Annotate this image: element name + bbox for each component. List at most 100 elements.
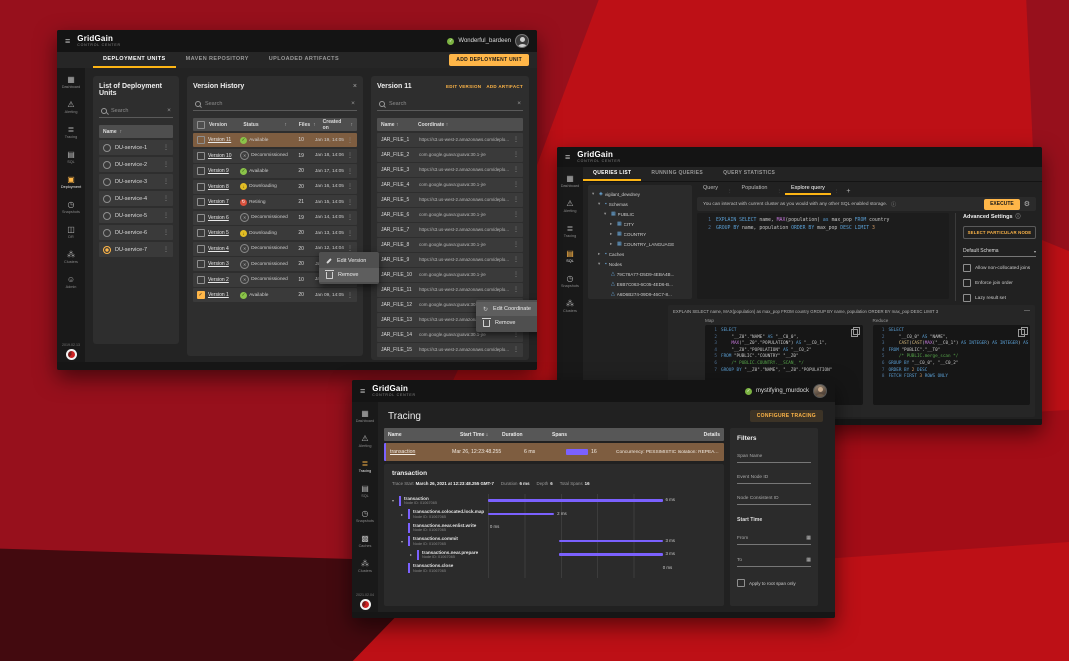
deployment-unit-row[interactable]: DU-service-7 ⋮ (99, 242, 173, 257)
deployment-unit-row[interactable]: DU-service-3 ⋮ (99, 174, 173, 189)
radio-button[interactable] (103, 160, 111, 169)
expand-arrow[interactable]: ▾ (604, 211, 609, 217)
filter-input[interactable]: Node Consistent ID (737, 496, 811, 505)
expand-arrow[interactable]: ▾ (598, 261, 603, 267)
sidebar-item-tracing[interactable]: ≣ Tracing (352, 454, 378, 479)
from-date-input[interactable]: From ▦ (737, 535, 811, 545)
deployment-unit-row[interactable]: DU-service-4 ⋮ (99, 191, 173, 206)
tree-item[interactable]: ▾ ▦ PUBLIC (591, 209, 689, 219)
clear-icon[interactable]: × (351, 100, 355, 107)
sidebar-item-alerting[interactable]: ⚠ Alerting (57, 95, 85, 120)
row-checkbox[interactable] (196, 167, 205, 175)
advanced-option[interactable]: Lazy result set (963, 294, 1036, 302)
row-checkbox[interactable] (196, 275, 205, 284)
search-input[interactable]: Search × (376, 97, 523, 111)
kebab-menu-icon[interactable]: ⋮ (163, 246, 169, 253)
advanced-option[interactable]: Enforce join order (963, 279, 1036, 287)
user-photo-avatar[interactable] (813, 384, 827, 398)
expand-arrow[interactable]: ▾ (592, 191, 597, 197)
tree-item[interactable]: △ 79C78A77-D5D9-4EBA4B... (591, 269, 689, 279)
table-header[interactable]: Name ↑ (99, 125, 173, 138)
add-deployment-unit-button[interactable]: ADD DEPLOYMENT UNIT (449, 54, 529, 66)
expand-arrow[interactable]: ▸ (610, 241, 615, 247)
sidebar-item-dashboard[interactable]: ▦ Dashboard (352, 404, 378, 429)
span-row[interactable]: transactions.near.enlist.write Node ID: … (392, 521, 716, 535)
kebab-menu-icon[interactable]: ⋮ (347, 168, 353, 175)
kebab-menu-icon[interactable]: ⋮ (347, 199, 353, 206)
column-header[interactable]: Name (384, 432, 456, 438)
kebab-menu-icon[interactable]: ⋮ (513, 226, 519, 233)
span-bar[interactable] (558, 539, 663, 542)
copy-icon[interactable] (850, 327, 860, 337)
option-checkbox[interactable] (963, 264, 971, 272)
kebab-menu-icon[interactable]: ⋮ (513, 136, 519, 143)
filter-input[interactable]: Event Node ID (737, 475, 811, 484)
filter-checkbox[interactable] (737, 579, 745, 587)
new-tab-button[interactable]: + (842, 188, 854, 195)
artifact-row[interactable]: JAR_FILE_15 https://s3.us-west-2.amazona… (376, 343, 523, 357)
kebab-menu-icon[interactable]: ⋮ (347, 245, 353, 252)
query-tab[interactable]: Query (697, 185, 724, 195)
tree-item[interactable]: ▾ ▪ Nodes (591, 259, 689, 269)
tree-item[interactable]: ▾ ▪ Schemas (591, 199, 689, 209)
table-header[interactable]: Name ↑ Coordinate ↑ (376, 118, 523, 131)
tab-kebab-icon[interactable]: ⋮ (727, 189, 733, 195)
top-tab[interactable]: DEPLOYMENT UNITS (93, 52, 176, 68)
expand-arrow[interactable]: ▸ (610, 221, 615, 227)
version-row[interactable]: Version 7 Retiring 21 Jan 15, 14:05 ⋮ (192, 195, 357, 209)
radio-button[interactable] (103, 245, 111, 254)
kebab-menu-icon[interactable]: ⋮ (513, 241, 519, 248)
kebab-menu-icon[interactable]: ⋮ (347, 137, 353, 144)
sidebar-item-admin[interactable]: ☺ Admin (57, 270, 85, 295)
tab-kebab-icon[interactable]: ⋮ (776, 189, 782, 195)
sidebar-item-snapshots[interactable]: ◷ Snapshots (557, 269, 583, 294)
expand-arrow[interactable]: ▸ (401, 512, 406, 517)
user-box[interactable]: ✓ Wonderful_bardeen (447, 34, 529, 48)
row-checkbox[interactable] (196, 136, 205, 144)
column-header[interactable]: Spans (548, 432, 700, 438)
span-row[interactable]: ▾ transaction Node ID: 01067065 6 ms (392, 494, 716, 508)
kebab-menu-icon[interactable]: ⋮ (513, 166, 519, 173)
to-date-input[interactable]: To ▦ (737, 557, 811, 567)
kebab-menu-icon[interactable]: ⋮ (347, 152, 353, 159)
sidebar-item-clusters[interactable]: ⁂ Clusters (57, 245, 85, 270)
calendar-icon[interactable]: ▦ (806, 535, 811, 541)
tree-item[interactable]: ▾ ◈ vigilant_dewdney (591, 189, 689, 199)
sidebar-item-clusters[interactable]: ⁂ Clusters (557, 294, 583, 319)
expand-arrow[interactable]: ▸ (410, 552, 415, 557)
radio-button[interactable] (103, 177, 111, 186)
query-tab[interactable]: Explore query (784, 185, 831, 195)
queries-tab[interactable]: RUNNING QUERIES (641, 167, 713, 181)
sidebar-item-snapshots[interactable]: ◷ Snapshots (352, 504, 378, 529)
span-bar[interactable] (558, 553, 663, 556)
span-row[interactable]: ▾ transactions.commit Node ID: 01067065 … (392, 535, 716, 549)
span-row[interactable]: ▸ transactions.near.prepare Node ID: 010… (392, 548, 716, 562)
tree-item[interactable]: △ A6D6B274-09D9-46C7-8... (591, 289, 689, 299)
select-all-checkbox[interactable] (196, 120, 205, 129)
version-link[interactable]: Version 11 (208, 137, 237, 143)
configure-tracing-button[interactable]: CONFIGURE TRACING (749, 410, 823, 422)
version-link[interactable]: Version 2 (208, 277, 237, 283)
kebab-menu-icon[interactable]: ⋮ (347, 230, 353, 237)
select-particular-node-button[interactable]: SELECT PARTICULAR NODE (963, 226, 1036, 239)
version-link[interactable]: Version 7 (208, 199, 237, 205)
expand-arrow[interactable]: ▸ (610, 231, 615, 237)
kebab-menu-icon[interactable]: ⋮ (347, 292, 353, 299)
expand-arrow[interactable]: ▾ (598, 201, 603, 207)
row-checkbox[interactable] (196, 151, 205, 160)
sidebar-item-tracing[interactable]: ≣ Tracing (57, 120, 85, 145)
top-tab[interactable]: UPLOADED ARTIFACTS (259, 52, 349, 68)
option-checkbox[interactable] (963, 294, 971, 302)
calendar-icon[interactable]: ▦ (806, 557, 811, 563)
kebab-menu-icon[interactable]: ⋮ (513, 211, 519, 218)
sidebar-item-sql[interactable]: ▤ SQL (352, 479, 378, 504)
artifact-row[interactable]: JAR_FILE_11 https://s3.us-west-2.amazona… (376, 283, 523, 297)
artifact-row[interactable]: JAR_FILE_10 com.google.guava:guava:30.1-… (376, 268, 523, 282)
deployment-unit-row[interactable]: DU-service-2 ⋮ (99, 157, 173, 172)
sidebar-item-sql[interactable]: ▤ SQL (57, 145, 85, 170)
sidebar-item-dashboard[interactable]: ▦ Dashboard (557, 169, 583, 194)
close-icon[interactable]: × (353, 83, 357, 90)
tree-item[interactable]: ▸ ▪ Caches (591, 249, 689, 259)
version-row[interactable]: Version 10 Decommissioned 19 Jan 18, 14:… (192, 148, 357, 163)
artifact-row[interactable]: JAR_FILE_4 com.google.guava:guava:30.1-j… (376, 178, 523, 192)
